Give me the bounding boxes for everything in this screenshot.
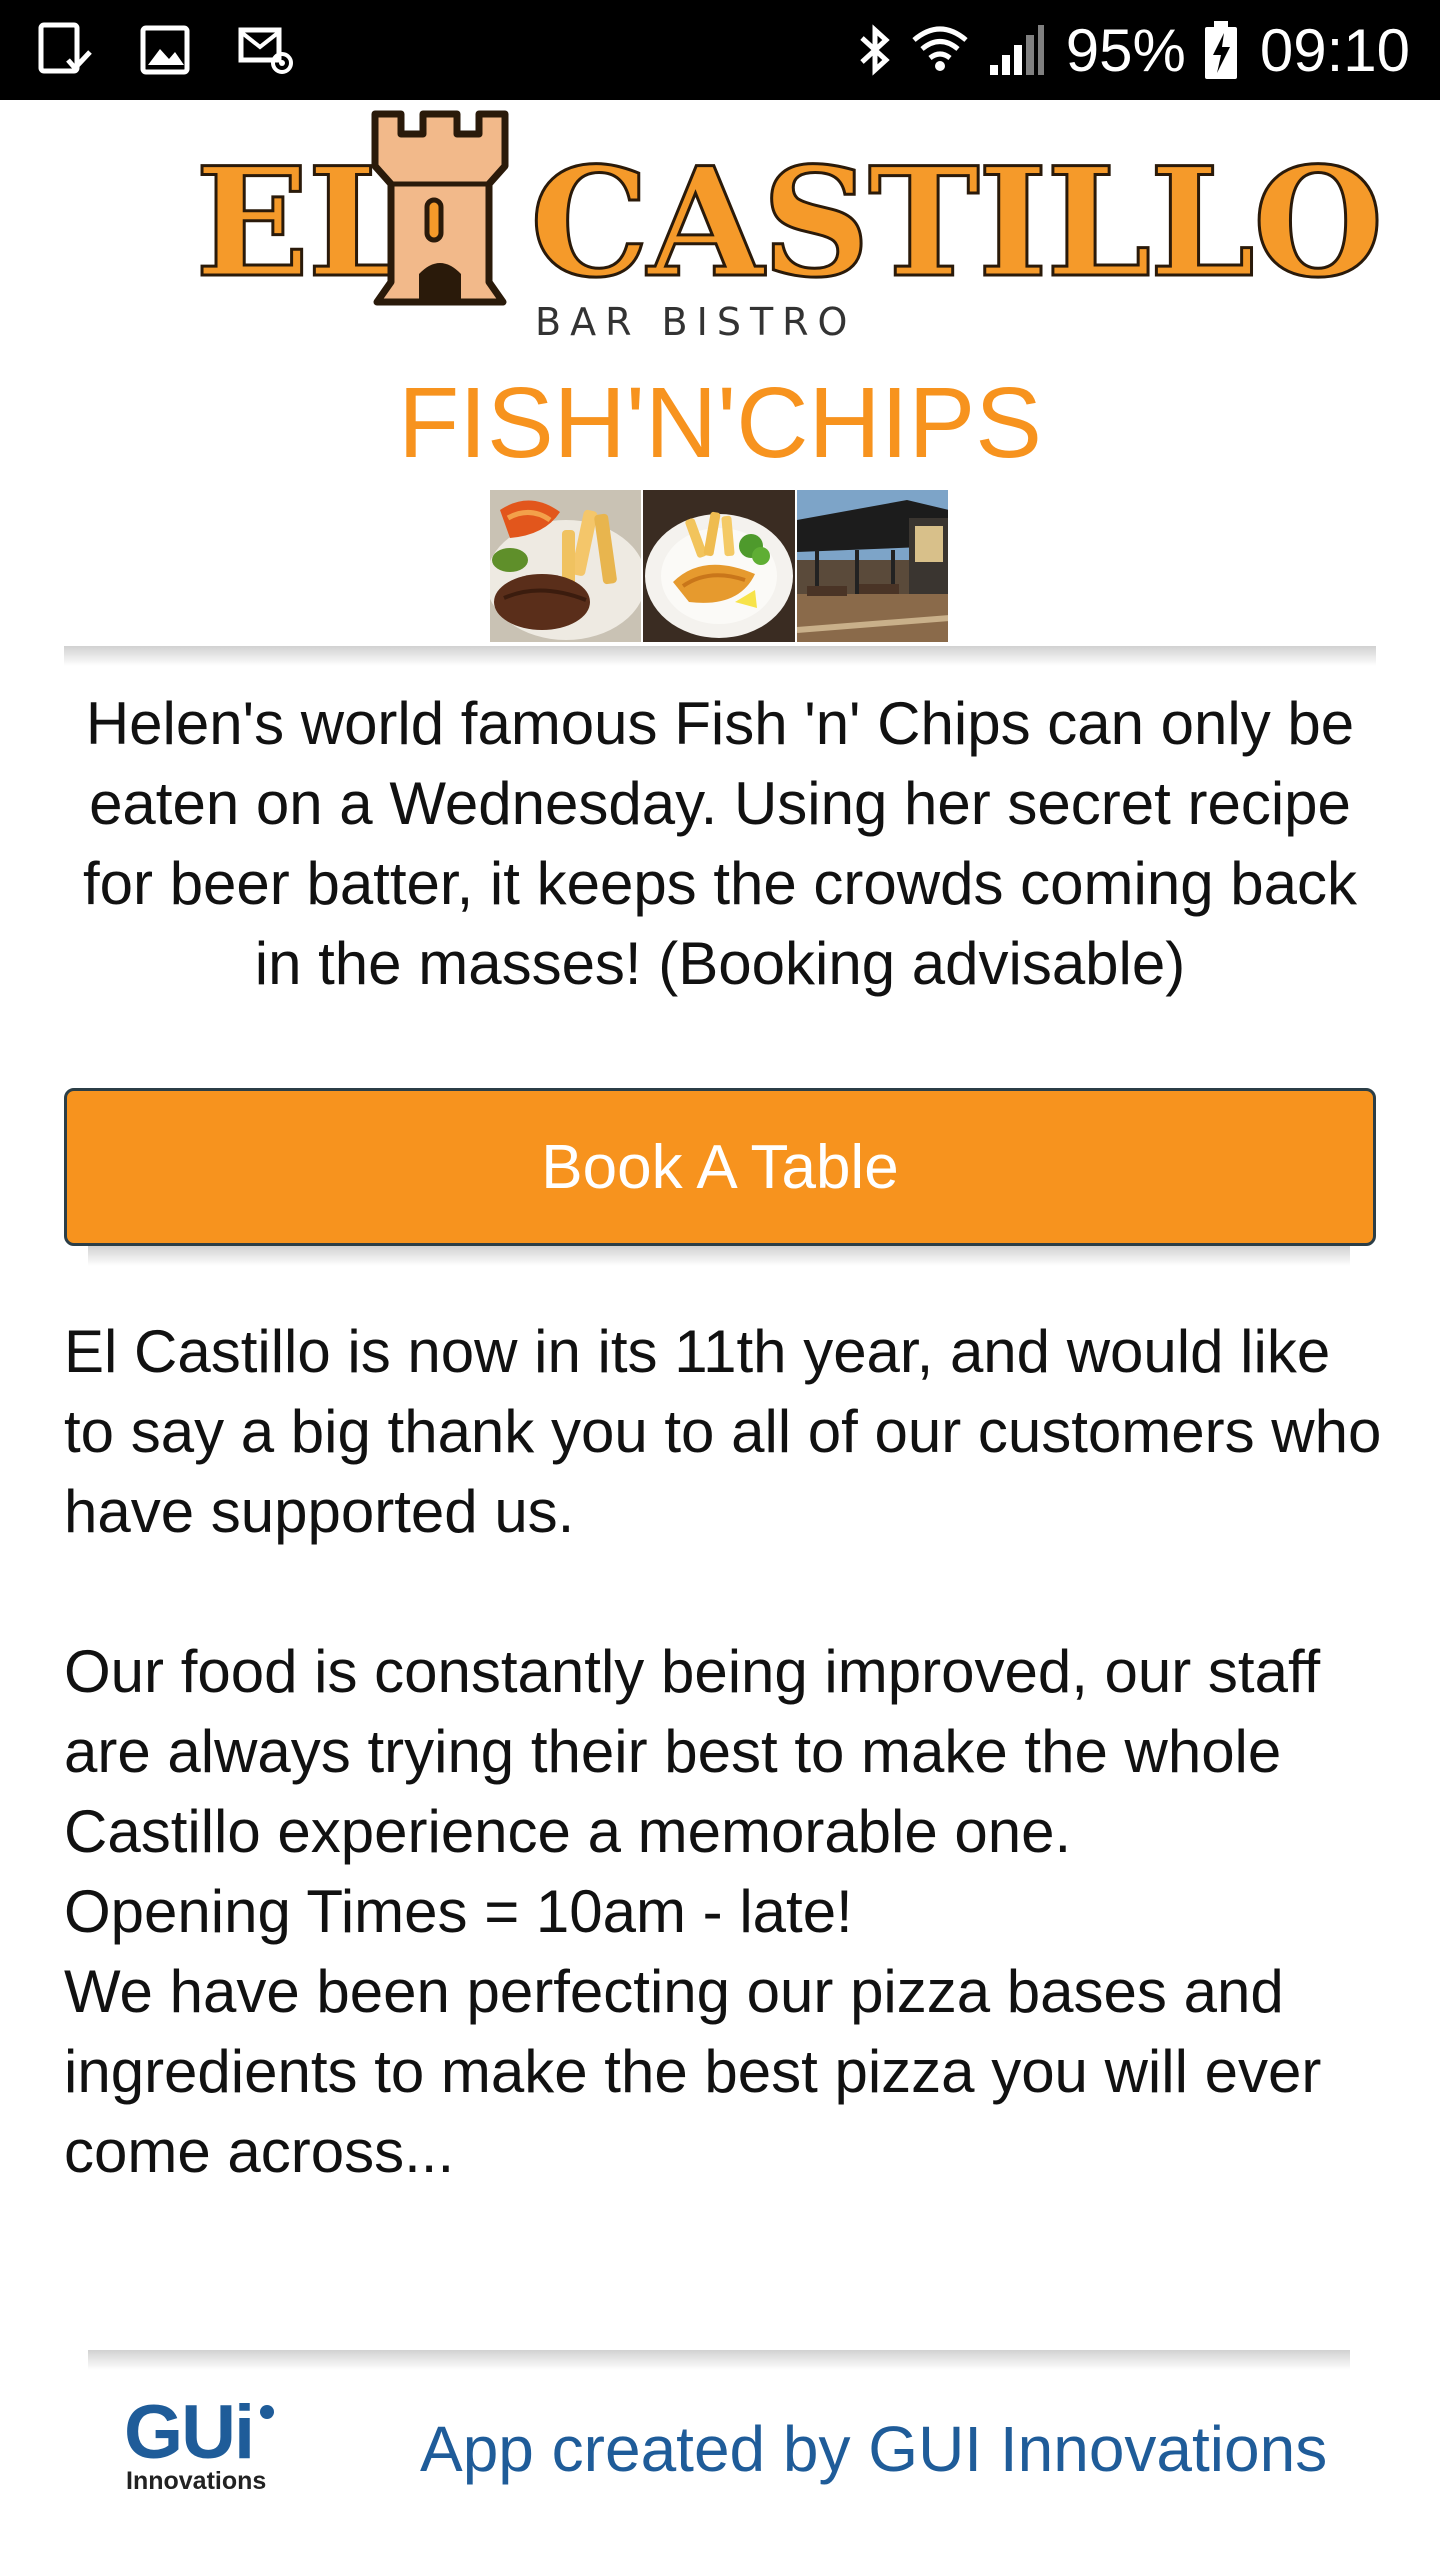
gui-logo-mark: GUi bbox=[124, 2390, 255, 2475]
battery-charging-icon bbox=[1204, 21, 1238, 79]
gui-innovations-logo[interactable]: GUi Innovations bbox=[120, 2395, 290, 2495]
battery-percentage: 95% bbox=[1065, 16, 1186, 84]
book-table-button[interactable]: Book A Table bbox=[64, 1088, 1376, 1246]
email-alert-icon bbox=[238, 25, 294, 75]
gui-logo-dot-icon bbox=[260, 2405, 274, 2419]
image-icon bbox=[140, 25, 190, 75]
logo-word-castillo: CASTILLO bbox=[528, 135, 1384, 311]
wifi-icon bbox=[910, 22, 970, 78]
logo-tagline: BAR BISTRO bbox=[535, 300, 857, 344]
about-paragraph-food: Our food is constantly being improved, o… bbox=[64, 1638, 1321, 1865]
steak-and-chips-photo[interactable] bbox=[490, 490, 642, 642]
section-divider bbox=[64, 646, 1376, 666]
bluetooth-icon bbox=[858, 22, 892, 78]
brand-logo: EL CASTILLO BAR BISTRO bbox=[194, 104, 1385, 344]
gui-logo-subtitle: Innovations bbox=[126, 2467, 267, 2495]
about-paragraph-pizza: We have been perfecting our pizza bases … bbox=[64, 1958, 1322, 2185]
fish-and-chips-photo[interactable] bbox=[643, 490, 795, 642]
screenshot-check-icon bbox=[38, 22, 92, 78]
about-paragraph-anniversary: El Castillo is now in its 11th year, and… bbox=[64, 1318, 1382, 1545]
status-left-group bbox=[38, 22, 342, 78]
app-credit-link[interactable]: App created by GUI Innovations bbox=[420, 2412, 1327, 2486]
restaurant-terrace-photo[interactable] bbox=[796, 490, 948, 642]
intro-text: Helen's world famous Fish 'n' Chips can … bbox=[83, 690, 1357, 997]
section-divider bbox=[88, 2350, 1350, 2370]
page-title: FISH'N'CHIPS bbox=[398, 367, 1042, 479]
photo-gallery bbox=[490, 490, 950, 642]
opening-times: Opening Times = 10am - late! bbox=[64, 1878, 853, 1945]
status-bar: 95% 09:10 bbox=[0, 0, 1440, 100]
about-section: El Castillo is now in its 11th year, and… bbox=[64, 1312, 1394, 2192]
cell-signal-icon bbox=[988, 25, 1044, 75]
section-divider bbox=[88, 1246, 1350, 1266]
clock: 09:10 bbox=[1259, 16, 1410, 84]
castle-tower-icon bbox=[365, 104, 515, 309]
status-right-group: 95% 09:10 bbox=[840, 16, 1410, 85]
